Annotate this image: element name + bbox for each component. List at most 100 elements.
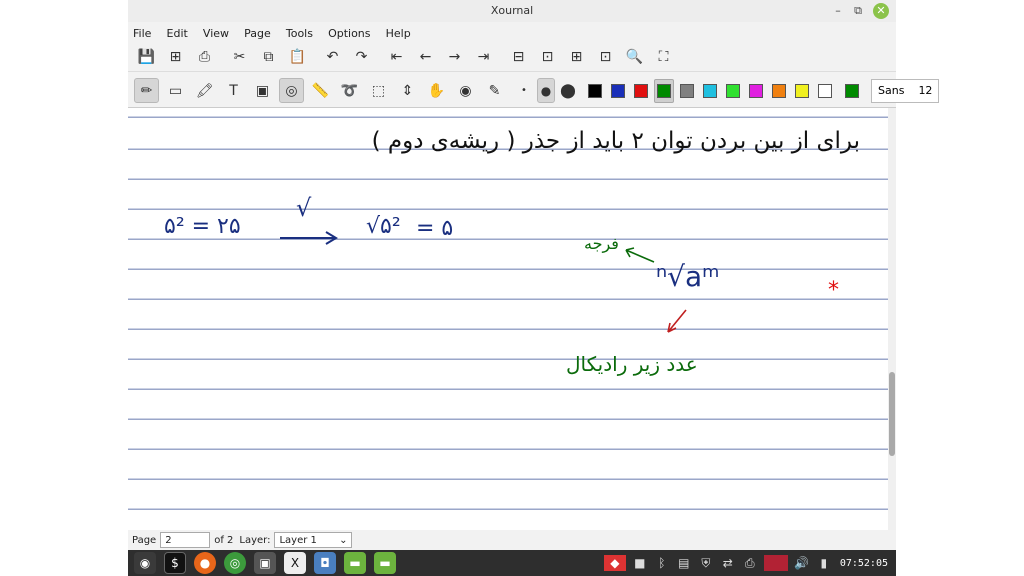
page-number-input[interactable]: 2 (160, 532, 211, 548)
prev-page-icon[interactable]: ← (413, 44, 438, 69)
firefox-icon[interactable]: ● (194, 552, 216, 574)
color-red-swatch (634, 83, 648, 98)
implies-arrow-icon (280, 231, 338, 245)
highlighter-icon[interactable]: 🖍 (192, 78, 217, 103)
handwritten-eq-result: = ۵ (416, 216, 454, 241)
zoom-normal-icon[interactable]: ⊡ (593, 44, 618, 69)
zoom-in-icon[interactable]: ⊞ (564, 44, 589, 69)
thickness-medium-icon[interactable]: ● (537, 78, 555, 103)
color-orange-button[interactable] (769, 79, 789, 103)
menu-tools[interactable]: Tools (281, 25, 318, 42)
printer-icon[interactable]: ⎙ (742, 555, 758, 571)
vertical-scrollbar[interactable] (888, 108, 896, 530)
fullscreen-icon[interactable]: ⛶ (651, 44, 676, 69)
lasso-icon[interactable]: ➰ (337, 78, 362, 103)
menu-options[interactable]: Options (323, 25, 375, 42)
clock[interactable]: 07:52:05 (840, 558, 888, 569)
color-lightblue-button[interactable] (700, 79, 720, 103)
shield-icon[interactable]: ⛨ (698, 555, 714, 571)
chrome-icon[interactable]: ◎ (224, 552, 246, 574)
menu-edit[interactable]: Edit (162, 25, 193, 42)
color-magenta-button[interactable] (746, 79, 766, 103)
menu-view[interactable]: View (198, 25, 234, 42)
handwritten-eq-root: √۵² (366, 214, 401, 239)
save-icon[interactable]: 💾 (134, 44, 159, 69)
scrollbar-thumb[interactable] (889, 372, 895, 456)
page-canvas[interactable]: برای از بین بردن توان ۲ باید از جذر ( ری… (128, 108, 896, 530)
minimize-button[interactable]: – (830, 3, 846, 19)
color-white-button[interactable] (815, 79, 835, 103)
layer-label: Layer: (239, 534, 271, 546)
print-icon[interactable]: ⎙ (192, 44, 217, 69)
chevron-down-icon: ⌄ (339, 534, 348, 546)
volume-icon[interactable]: 🔊 (794, 555, 810, 571)
color-yellow-button[interactable] (792, 79, 812, 103)
clipboard-icon[interactable]: ▤ (676, 555, 692, 571)
color-black-swatch (588, 83, 602, 98)
ruler-icon[interactable]: 📏 (308, 78, 333, 103)
battery-icon[interactable]: ▮ (816, 555, 832, 571)
recorder-icon[interactable]: ■ (632, 555, 648, 571)
thickness-fine-icon[interactable]: • (515, 78, 533, 103)
maximize-button[interactable]: ⧉ (850, 3, 866, 19)
menu-launcher-icon[interactable]: ◉ (134, 552, 156, 574)
color-lightgreen-button[interactable] (723, 79, 743, 103)
color-current-button[interactable] (842, 79, 862, 103)
paste-icon[interactable]: 📋 (285, 44, 310, 69)
folder-icon[interactable]: ▬ (374, 552, 396, 574)
color-gray-button[interactable] (677, 79, 697, 103)
close-button[interactable]: ✕ (873, 3, 889, 19)
color-current-swatch (845, 83, 859, 98)
zoom-out-icon[interactable]: ⊟ (506, 44, 531, 69)
rect-select-icon[interactable]: ⬚ (366, 78, 391, 103)
menu-help[interactable]: Help (381, 25, 416, 42)
system-tray: ◆ ■ ᛒ ▤ ⛨ ⇄ ⎙ 🔊 ▮ 07:52:05 (598, 550, 896, 576)
menu-page[interactable]: Page (239, 25, 276, 42)
color-black-button[interactable] (585, 79, 605, 103)
color-blue-button[interactable] (608, 79, 628, 103)
layer-select[interactable]: Layer 1 ⌄ (274, 532, 353, 548)
menu-bar: File Edit View Page Tools Options Help (128, 22, 896, 40)
color-green-button[interactable] (654, 78, 674, 103)
color-red-button[interactable] (631, 79, 651, 103)
new-page-icon[interactable]: ⊞ (163, 44, 188, 69)
copy-icon[interactable]: ⧉ (256, 44, 281, 69)
hand-icon[interactable]: ✋ (424, 78, 449, 103)
font-selector[interactable]: Sans 12 (871, 78, 940, 103)
screenshot-icon[interactable]: ▣ (254, 552, 276, 574)
text-icon[interactable]: T (221, 78, 246, 103)
keyboard-layout-flag-icon[interactable] (763, 555, 788, 571)
first-page-icon[interactable]: ⇤ (384, 44, 409, 69)
layer-value: Layer 1 (279, 534, 317, 546)
thickness-thick-icon[interactable]: ⬤ (559, 78, 577, 103)
main-toolbar: 💾 ⊞ ⎙ ✂ ⧉ 📋 ↶ ↷ ⇤ ← → ⇥ ⊟ ⊡ ⊞ ⊡ 🔍 ⛶ (128, 42, 896, 72)
pen-settings-icon[interactable]: ✎ (482, 78, 507, 103)
label-radicand: عدد زیر رادیکال (566, 352, 698, 376)
vertical-space-icon[interactable]: ⇕ (395, 78, 420, 103)
pen-icon[interactable]: ✏ (134, 78, 159, 103)
window-title: Xournal (490, 4, 534, 17)
shape-recognizer-icon[interactable]: ◎ (279, 78, 304, 103)
undo-icon[interactable]: ↶ (320, 44, 345, 69)
default-pen-icon[interactable]: ◉ (453, 78, 478, 103)
menu-file[interactable]: File (128, 25, 156, 42)
network-icon[interactable]: ⇄ (720, 555, 736, 571)
cut-icon[interactable]: ✂ (227, 44, 252, 69)
color-orange-swatch (772, 83, 786, 98)
find-icon[interactable]: 🔍 (622, 44, 647, 69)
eraser-icon[interactable]: ▭ (163, 78, 188, 103)
bluetooth-icon[interactable]: ᛒ (654, 555, 670, 571)
camera-icon[interactable]: ◘ (314, 552, 336, 574)
zoom-fit-icon[interactable]: ⊡ (535, 44, 560, 69)
redo-icon[interactable]: ↷ (349, 44, 374, 69)
files-icon[interactable]: ▬ (344, 552, 366, 574)
taskbar: ◉ $ ● ◎ ▣ X ◘ ▬ ▬ ◆ ■ ᛒ ▤ ⛨ ⇄ ⎙ 🔊 ▮ 07:5… (128, 550, 896, 576)
next-page-icon[interactable]: → (442, 44, 467, 69)
anydesk-icon[interactable]: ◆ (603, 555, 626, 571)
terminal-icon[interactable]: $ (164, 552, 186, 574)
pen-toolbar: ✏ ▭ 🖍 T ▣ ◎ 📏 ➰ ⬚ ⇕ ✋ ◉ ✎ • ● ⬤ Sans 12 (128, 74, 940, 108)
last-page-icon[interactable]: ⇥ (471, 44, 496, 69)
color-blue-swatch (611, 83, 625, 98)
image-icon[interactable]: ▣ (250, 78, 275, 103)
xournal-task-icon[interactable]: X (284, 552, 306, 574)
